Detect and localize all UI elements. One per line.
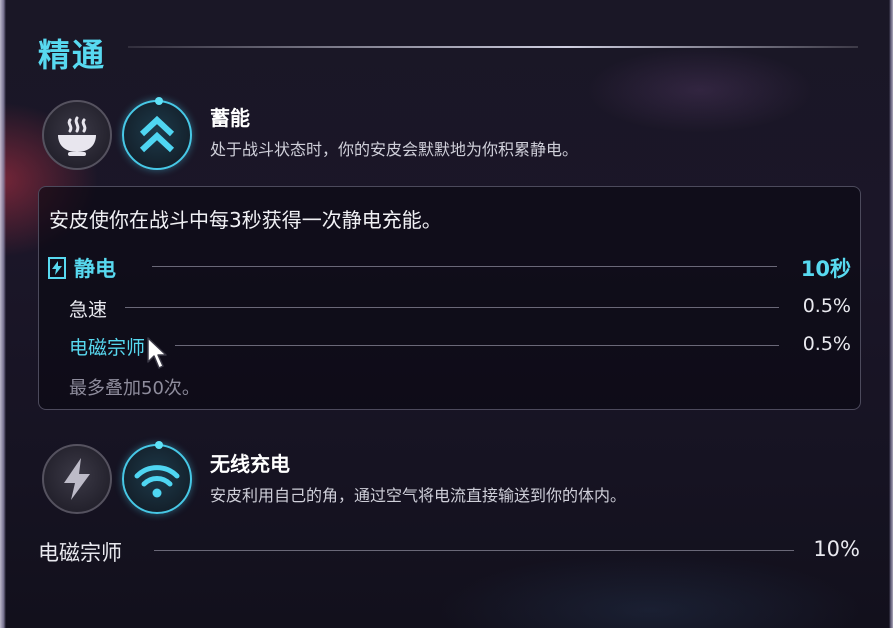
lightning-icon[interactable] bbox=[42, 444, 112, 514]
stat-value-static: 10秒 bbox=[800, 257, 851, 281]
stat-line bbox=[152, 266, 777, 267]
mouse-cursor-icon bbox=[147, 337, 167, 369]
stat-label-haste: 急速 bbox=[69, 299, 108, 321]
stack-limit-text: 最多叠加50次。 bbox=[69, 378, 200, 399]
stat-value-mastery: 0.5% bbox=[802, 333, 851, 355]
lightning-box-icon bbox=[48, 257, 66, 279]
bowl-icon[interactable] bbox=[42, 100, 112, 170]
talent-row-charge: 蓄能 处于战斗状态时，你的安皮会默默地为你积累静电。 bbox=[40, 97, 860, 178]
talent-name: 蓄能 bbox=[210, 106, 250, 130]
stat-line bbox=[175, 345, 779, 346]
talent-row-wireless: 无线充电 安皮利用自己的角，通过空气将电流直接输送到你的体内。 bbox=[40, 440, 860, 520]
stat-line bbox=[125, 307, 779, 308]
bottom-stat-label: 电磁宗师 bbox=[38, 541, 122, 565]
double-chevron-up-icon[interactable] bbox=[122, 97, 192, 170]
stat-row-haste: 急速 0.5% bbox=[69, 295, 851, 325]
panel-right-border bbox=[889, 0, 893, 628]
talent-description: 安皮利用自己的角，通过空气将电流直接输送到你的体内。 bbox=[210, 486, 627, 505]
stat-row-static: 静电 10秒 bbox=[48, 253, 851, 283]
wifi-icon[interactable] bbox=[122, 441, 192, 514]
talent-detail-panel: 安皮使你在战斗中每3秒获得一次静电充能。 静电 10秒 急速 0.5% 电磁宗师… bbox=[38, 186, 861, 410]
stat-label-mastery[interactable]: 电磁宗师 bbox=[69, 333, 145, 360]
detail-main-text: 安皮使你在战斗中每3秒获得一次静电充能。 bbox=[49, 208, 442, 232]
section-title: 精通 bbox=[38, 36, 107, 74]
bottom-stat-value: 10% bbox=[813, 537, 860, 561]
stat-row-mastery: 电磁宗师 0.5% bbox=[69, 333, 851, 363]
stat-line bbox=[154, 550, 794, 551]
stat-value-haste: 0.5% bbox=[802, 295, 851, 317]
title-divider bbox=[128, 46, 858, 48]
talent-description: 处于战斗状态时，你的安皮会默默地为你积累静电。 bbox=[210, 140, 579, 159]
talent-name: 无线充电 bbox=[210, 452, 290, 476]
stat-label-static: 静电 bbox=[74, 257, 116, 281]
panel-left-border bbox=[0, 0, 6, 628]
bottom-stat-row: 电磁宗师 10% bbox=[38, 537, 860, 567]
